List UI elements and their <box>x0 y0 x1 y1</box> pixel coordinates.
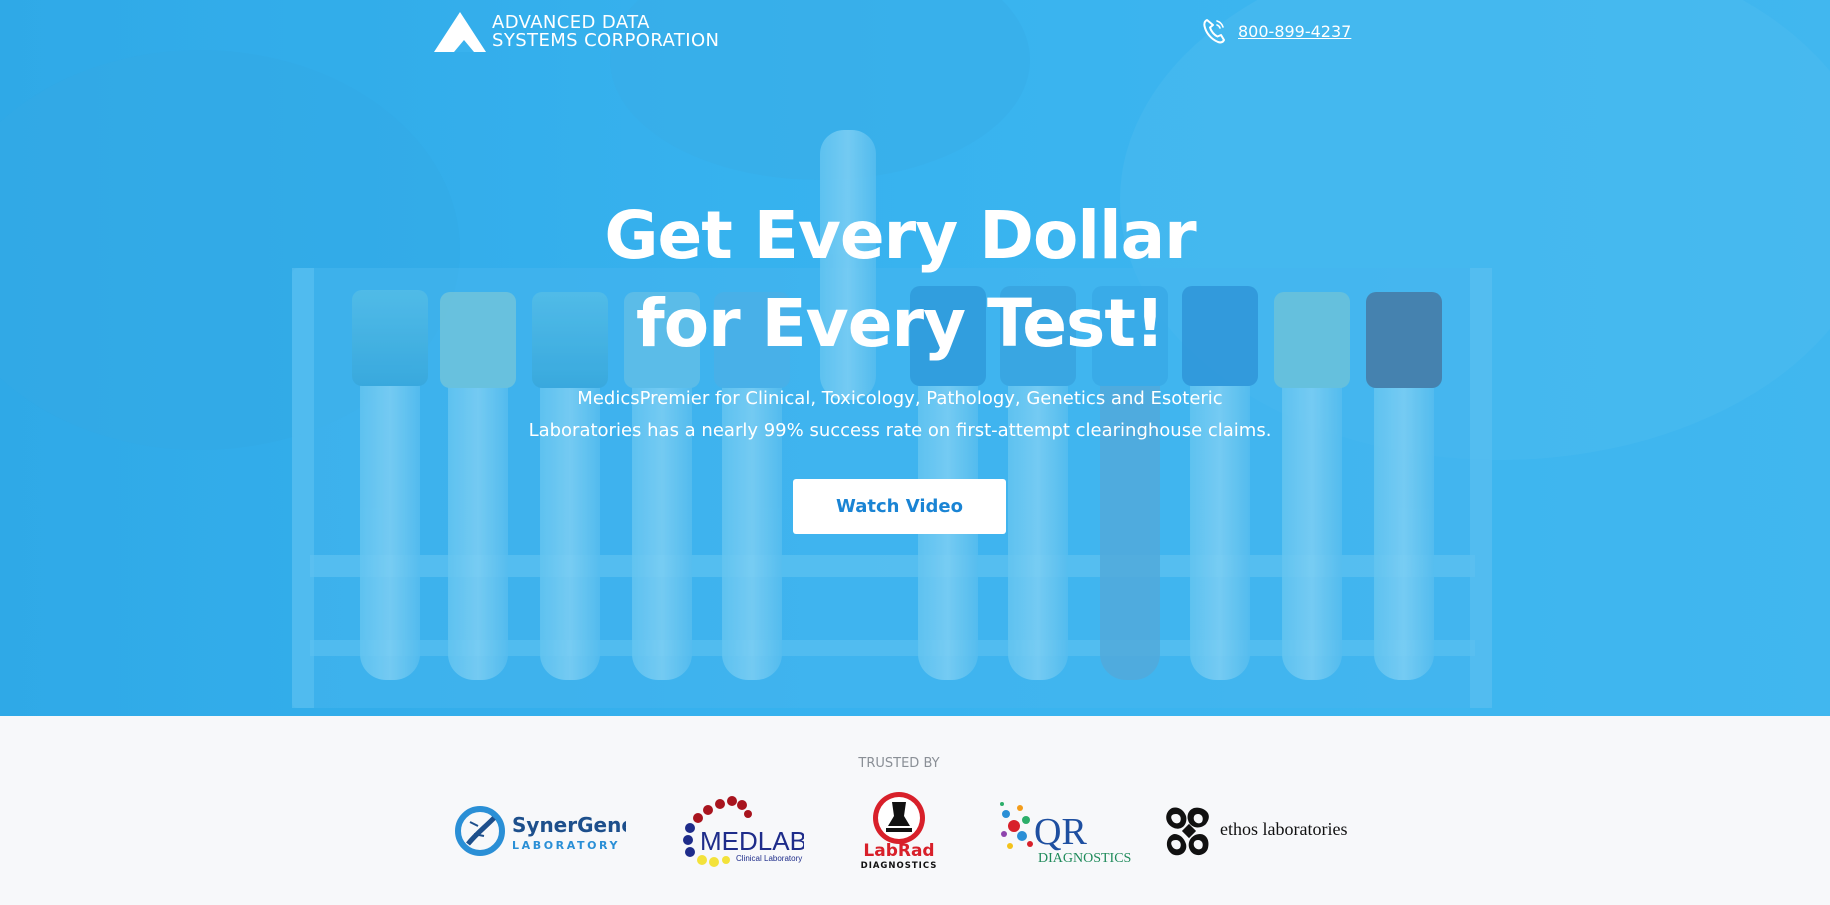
hero-subtitle-line-1: MedicsPremier for Clinical, Toxicology, … <box>577 388 1223 409</box>
phone-icon <box>1203 19 1225 44</box>
medlab-name: MEDLAB <box>700 826 804 856</box>
synergene-name: SynerGene <box>512 813 626 837</box>
hero-subtitle-line-2: Laboratories has a nearly 99% success ra… <box>528 420 1272 441</box>
phone-number-link[interactable]: 800-899-4237 <box>1238 22 1351 41</box>
client-logo-ethos: ethos laboratories <box>1166 807 1347 856</box>
brand-line-2: SYSTEMS CORPORATION <box>492 30 720 51</box>
brand-triangle-icon <box>434 12 486 52</box>
ethos-name: ethos laboratories <box>1220 819 1347 839</box>
client-logo-qr-diagnostics: QR DIAGNOSTICS <box>1000 802 1131 866</box>
hero-headline-line-2: for Every Test! <box>636 285 1165 362</box>
hero-headline: Get Every Dollar for Every Test! <box>515 192 1285 368</box>
qr-sub: DIAGNOSTICS <box>1038 851 1131 866</box>
labrad-sub: DIAGNOSTICS <box>861 861 938 870</box>
client-logo-labrad: LabRad DIAGNOSTICS <box>861 792 938 870</box>
hero-subtitle: MedicsPremier for Clinical, Toxicology, … <box>515 383 1285 447</box>
synergene-sub: LABORATORY <box>512 839 620 852</box>
labrad-name: LabRad <box>863 841 934 861</box>
client-logo-synergene: SynerGene LABORATORY <box>455 806 626 856</box>
header-phone: 800-899-4237 <box>1202 18 1351 44</box>
brand-logo[interactable]: ADVANCED DATA SYSTEMS CORPORATION <box>434 12 719 52</box>
client-logo-medlab: MEDLAB Clinical Laboratory <box>683 796 804 867</box>
hero-section: ADVANCED DATA SYSTEMS CORPORATION 800-89… <box>0 0 1830 716</box>
watch-video-button[interactable]: Watch Video <box>793 479 1006 534</box>
medlab-sub: Clinical Laboratory <box>736 854 802 863</box>
qr-name: QR <box>1034 811 1087 853</box>
hero-headline-line-1: Get Every Dollar <box>604 197 1196 274</box>
brand-name: ADVANCED DATA SYSTEMS CORPORATION <box>492 14 719 50</box>
trusted-by-label: TRUSTED BY <box>858 756 940 771</box>
